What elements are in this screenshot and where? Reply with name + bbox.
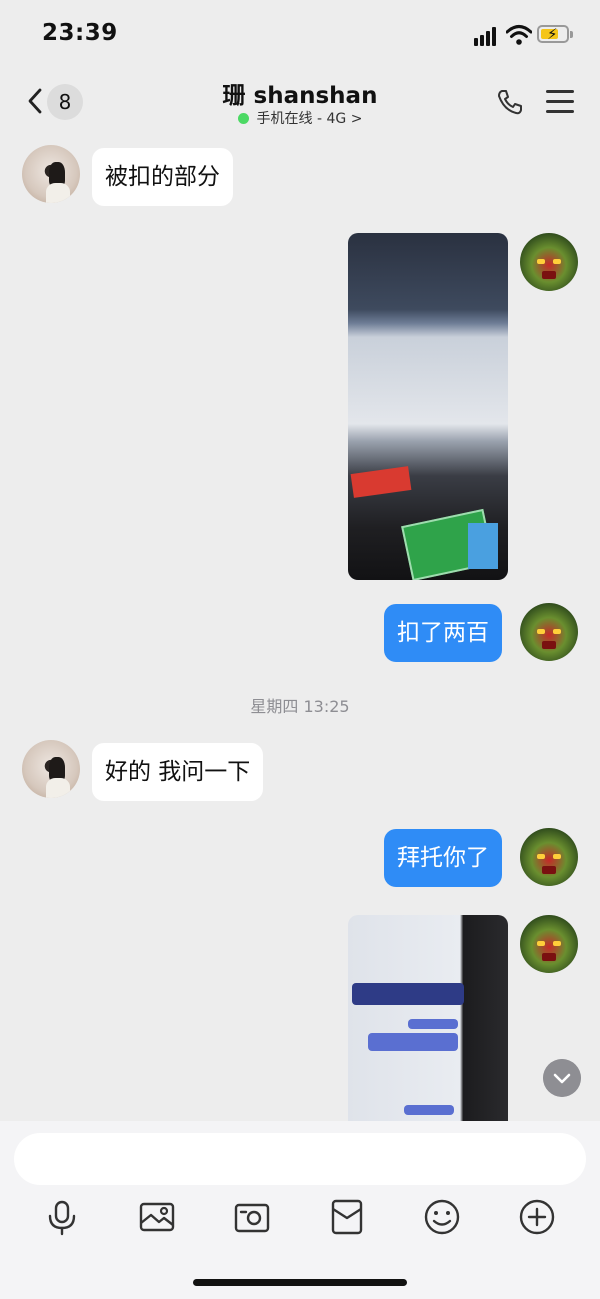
- message-incoming[interactable]: 好的 我问一下: [92, 743, 264, 801]
- message-image[interactable]: [348, 233, 508, 580]
- camera-icon[interactable]: [232, 1197, 272, 1237]
- message-outgoing[interactable]: 拜托你了: [384, 829, 502, 887]
- battery-icon: ⚡: [537, 25, 573, 43]
- my-avatar[interactable]: [520, 233, 578, 291]
- message-outgoing[interactable]: 扣了两百: [384, 604, 502, 662]
- emoji-icon[interactable]: [422, 1197, 462, 1237]
- message-image[interactable]: [348, 915, 508, 1121]
- plus-icon[interactable]: [517, 1197, 557, 1237]
- presence-text: 手机在线 - 4G >: [256, 111, 363, 127]
- message-input[interactable]: [14, 1133, 586, 1185]
- chat-header: 8 珊 shanshan 手机在线 - 4G >: [0, 72, 600, 134]
- red-packet-icon[interactable]: [327, 1197, 367, 1237]
- microphone-icon[interactable]: [42, 1197, 82, 1237]
- online-indicator: [237, 113, 249, 124]
- my-avatar[interactable]: [520, 603, 578, 661]
- composer-bar: [0, 1121, 600, 1299]
- message-timestamp: 星期四 13:25: [250, 697, 350, 716]
- status-bar: 23:39 ⚡: [0, 0, 600, 72]
- status-time: 23:39: [42, 20, 118, 46]
- contact-avatar[interactable]: [22, 145, 80, 203]
- message-incoming[interactable]: 被扣的部分: [92, 148, 233, 206]
- wifi-icon: [506, 25, 532, 45]
- gallery-icon[interactable]: [137, 1197, 177, 1237]
- phone-call-icon[interactable]: [496, 88, 524, 116]
- my-avatar[interactable]: [520, 915, 578, 973]
- home-indicator[interactable]: [193, 1279, 407, 1286]
- scroll-down-icon[interactable]: [543, 1059, 581, 1097]
- cellular-signal-icon: [474, 26, 500, 46]
- my-avatar[interactable]: [520, 828, 578, 886]
- contact-avatar[interactable]: [22, 740, 80, 798]
- menu-icon[interactable]: [546, 90, 574, 114]
